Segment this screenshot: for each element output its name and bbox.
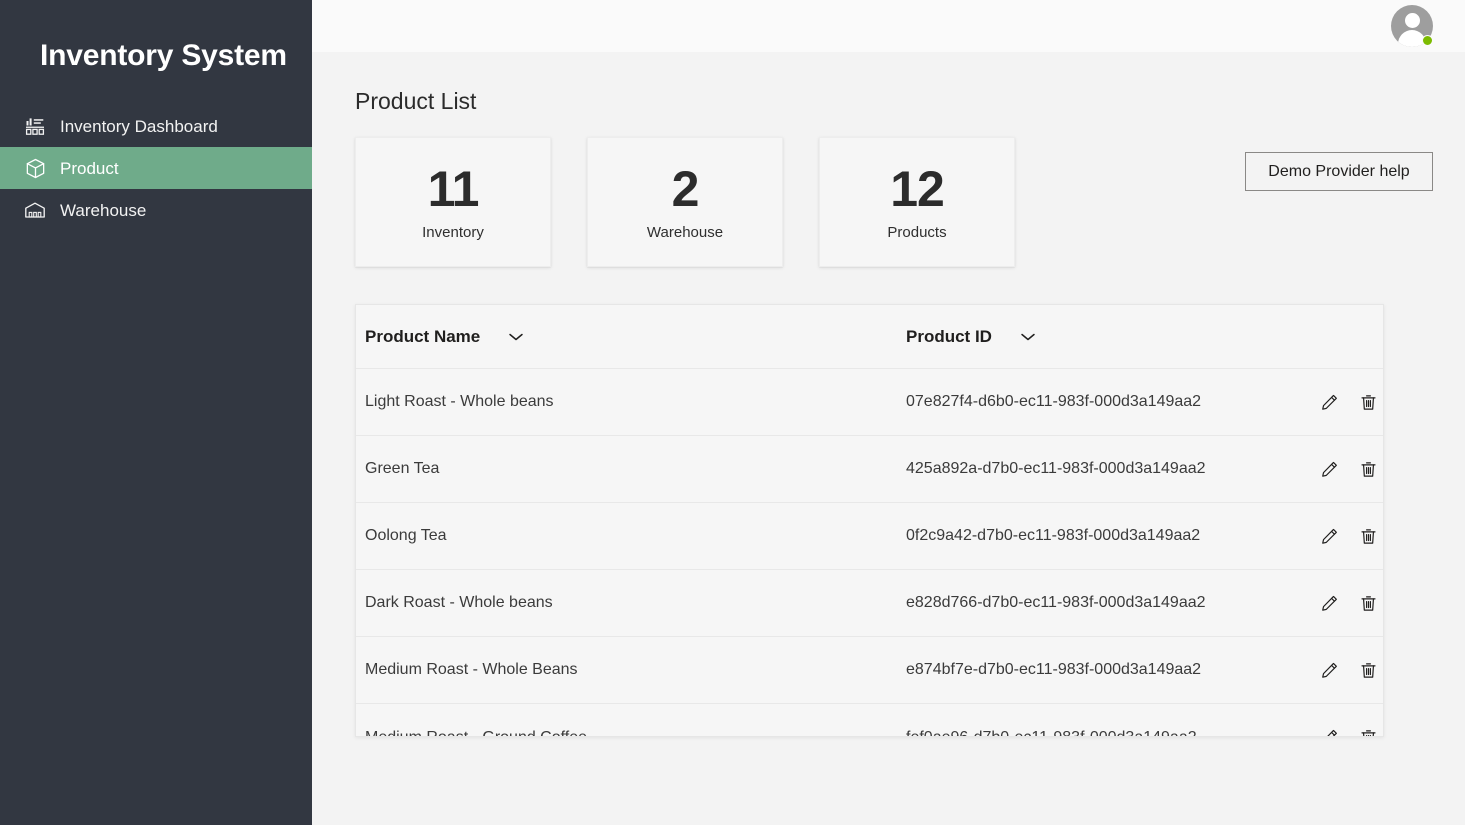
cell-product-id: fef0ae96-d7b0-ec11-983f-000d3a149aa2 [906, 727, 1316, 738]
stat-label: Inventory [422, 224, 484, 242]
edit-pencil-icon[interactable] [1318, 525, 1340, 547]
trash-delete-icon[interactable] [1357, 391, 1379, 413]
main-region: Product List Demo Provider help 11 Inven… [312, 0, 1465, 825]
warehouse-icon [22, 197, 48, 223]
cell-actions [1316, 659, 1383, 681]
presence-status-badge [1422, 35, 1433, 46]
sidebar-item-label: Warehouse [60, 202, 146, 219]
table-row[interactable]: Green Tea 425a892a-d7b0-ec11-983f-000d3a… [356, 436, 1383, 503]
demo-provider-help-button[interactable]: Demo Provider help [1245, 152, 1433, 191]
stat-value: 11 [428, 162, 479, 217]
cell-product-name: Oolong Tea [365, 525, 906, 547]
cell-actions [1316, 727, 1383, 738]
table-header-row: Product Name Product ID [356, 305, 1383, 369]
edit-pencil-icon[interactable] [1318, 391, 1340, 413]
stat-value: 12 [890, 162, 944, 217]
trash-delete-icon[interactable] [1357, 458, 1379, 480]
chevron-down-icon[interactable] [1018, 331, 1038, 343]
product-id-text: 07e827f4-d6b0-ec11-983f-000d3a149aa2 [906, 391, 1201, 413]
avatar-head-shape [1405, 13, 1420, 28]
cell-product-id: 0f2c9a42-d7b0-ec11-983f-000d3a149aa2 [906, 525, 1316, 547]
cell-product-name: Medium Roast - Whole Beans [365, 659, 906, 681]
app-root: Inventory System Inventory Dashboa [0, 0, 1465, 825]
column-header-product-name[interactable]: Product Name [365, 326, 906, 348]
product-name-text: Dark Roast - Whole beans [365, 592, 553, 614]
cell-product-name: Light Roast - Whole beans [365, 391, 906, 413]
sidebar-item-label: Inventory Dashboard [60, 118, 218, 135]
stat-value: 2 [672, 162, 699, 217]
chevron-down-icon[interactable] [506, 331, 526, 343]
stat-card-products[interactable]: 12 Products [819, 137, 1015, 267]
product-name-text: Oolong Tea [365, 525, 447, 547]
page-title: Product List [355, 86, 1465, 116]
cell-actions [1316, 525, 1383, 547]
trash-delete-icon[interactable] [1357, 525, 1379, 547]
sidebar-item-warehouse[interactable]: Warehouse [0, 189, 312, 231]
product-table: Product Name Product ID [355, 304, 1384, 737]
stat-card-inventory[interactable]: 11 Inventory [355, 137, 551, 267]
cell-product-name: Medium Roast - Ground Coffee [365, 727, 906, 738]
product-name-text: Light Roast - Whole beans [365, 391, 554, 413]
product-id-text: 425a892a-d7b0-ec11-983f-000d3a149aa2 [906, 458, 1206, 480]
trash-delete-icon[interactable] [1357, 727, 1379, 738]
stat-label: Warehouse [647, 224, 723, 242]
trash-delete-icon[interactable] [1357, 659, 1379, 681]
dashboard-chart-icon [22, 113, 48, 139]
table-row[interactable]: Dark Roast - Whole beans e828d766-d7b0-e… [356, 570, 1383, 637]
box-icon [22, 155, 48, 181]
table-row[interactable]: Medium Roast - Ground Coffee fef0ae96-d7… [356, 704, 1383, 737]
cell-product-id: e828d766-d7b0-ec11-983f-000d3a149aa2 [906, 592, 1316, 614]
product-name-text: Green Tea [365, 458, 439, 480]
product-name-text: Medium Roast - Whole Beans [365, 659, 578, 681]
product-id-text: e874bf7e-d7b0-ec11-983f-000d3a149aa2 [906, 659, 1201, 681]
product-name-text: Medium Roast - Ground Coffee [365, 727, 587, 738]
cell-actions [1316, 592, 1383, 614]
cell-product-id: 07e827f4-d6b0-ec11-983f-000d3a149aa2 [906, 391, 1316, 413]
cell-product-name: Green Tea [365, 458, 906, 480]
edit-pencil-icon[interactable] [1318, 592, 1340, 614]
cell-product-id: e874bf7e-d7b0-ec11-983f-000d3a149aa2 [906, 659, 1316, 681]
sidebar-nav: Inventory Dashboard Product [0, 105, 312, 231]
app-brand-title: Inventory System [0, 0, 312, 76]
edit-pencil-icon[interactable] [1318, 458, 1340, 480]
cell-product-name: Dark Roast - Whole beans [365, 592, 906, 614]
column-header-label: Product Name [365, 326, 480, 348]
avatar[interactable] [1391, 5, 1433, 47]
content-area: Product List Demo Provider help 11 Inven… [312, 86, 1465, 737]
edit-pencil-icon[interactable] [1318, 727, 1340, 738]
product-id-text: fef0ae96-d7b0-ec11-983f-000d3a149aa2 [906, 727, 1197, 738]
product-id-text: e828d766-d7b0-ec11-983f-000d3a149aa2 [906, 592, 1206, 614]
column-header-label: Product ID [906, 326, 992, 348]
product-id-text: 0f2c9a42-d7b0-ec11-983f-000d3a149aa2 [906, 525, 1200, 547]
table-row[interactable]: Medium Roast - Whole Beans e874bf7e-d7b0… [356, 637, 1383, 704]
sidebar-item-inventory-dashboard[interactable]: Inventory Dashboard [0, 105, 312, 147]
sidebar-item-label: Product [60, 160, 119, 177]
sidebar: Inventory System Inventory Dashboa [0, 0, 312, 825]
stat-card-warehouse[interactable]: 2 Warehouse [587, 137, 783, 267]
table-row[interactable]: Light Roast - Whole beans 07e827f4-d6b0-… [356, 369, 1383, 436]
cell-product-id: 425a892a-d7b0-ec11-983f-000d3a149aa2 [906, 458, 1316, 480]
table-row[interactable]: Oolong Tea 0f2c9a42-d7b0-ec11-983f-000d3… [356, 503, 1383, 570]
stat-label: Products [887, 224, 946, 242]
trash-delete-icon[interactable] [1357, 592, 1379, 614]
cell-actions [1316, 458, 1383, 480]
edit-pencil-icon[interactable] [1318, 659, 1340, 681]
column-header-product-id[interactable]: Product ID [906, 326, 1316, 348]
sidebar-item-product[interactable]: Product [0, 147, 312, 189]
top-bar [312, 0, 1465, 52]
cell-actions [1316, 391, 1383, 413]
